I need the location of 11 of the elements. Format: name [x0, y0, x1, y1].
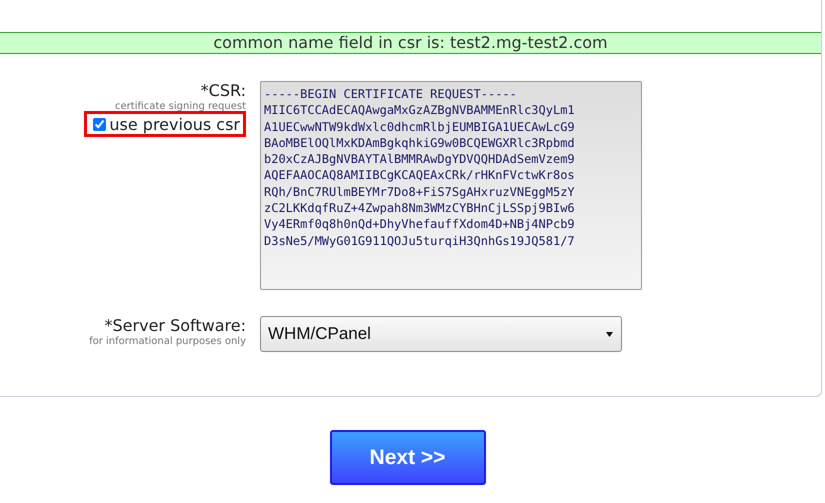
field-label: *Server Software:: [104, 316, 246, 336]
use-previous-checkbox[interactable]: [93, 118, 106, 130]
field-hint: certificate signing request: [115, 101, 246, 113]
dropdown-caret-icon: [606, 332, 613, 336]
field-label: *CSR:: [200, 81, 246, 101]
field-hint: for informational purposes only: [89, 336, 246, 348]
server-software-dropdown[interactable]: WHM/CPanel: [260, 316, 622, 352]
next-button[interactable]: Next >>: [330, 430, 486, 485]
info-banner: common name field in csr is: test2.mg-test2.com: [0, 32, 821, 54]
checkbox-label[interactable]: use previous csr: [109, 114, 240, 134]
csr-text-area[interactable]: -----BEGIN CERTIFICATE REQUEST----- MIIC6TCCAdECAQAwgaMxGzAZBgNVBAMMEnRlc3QyLm1 A1UECwwNTW9kdWxlc0dhcmRlbjEUMBIGA1UECAwLcG9 BAoMBElOQlMxKDAmBgkqhkiG9w0BCQEWGXRlc3Rpbmd b20xCzAJBgNVBAYTAlBMMRAwDgYDVQQHDAdSemVzem9 AQEFAAOCAQ8AMIIBCgKCAQEAxCRk/rHKnFVctwKr8os RQh/BnC7RUlmBEYMr7Do8+FiS7SgAHxruzVNEggM5zY zC2LKKdqfRuZ+4Zwpah8Nm3WMzCYBHnCjLSSpj9BIw6 Vy4ERmf0q8h0nQd+DhyVhefauffXdom4D+NBj4NPcb9 D3sNe5/MWyG01G911QOJu5turqiH3QnhGs19JQ581/7: [260, 81, 642, 290]
